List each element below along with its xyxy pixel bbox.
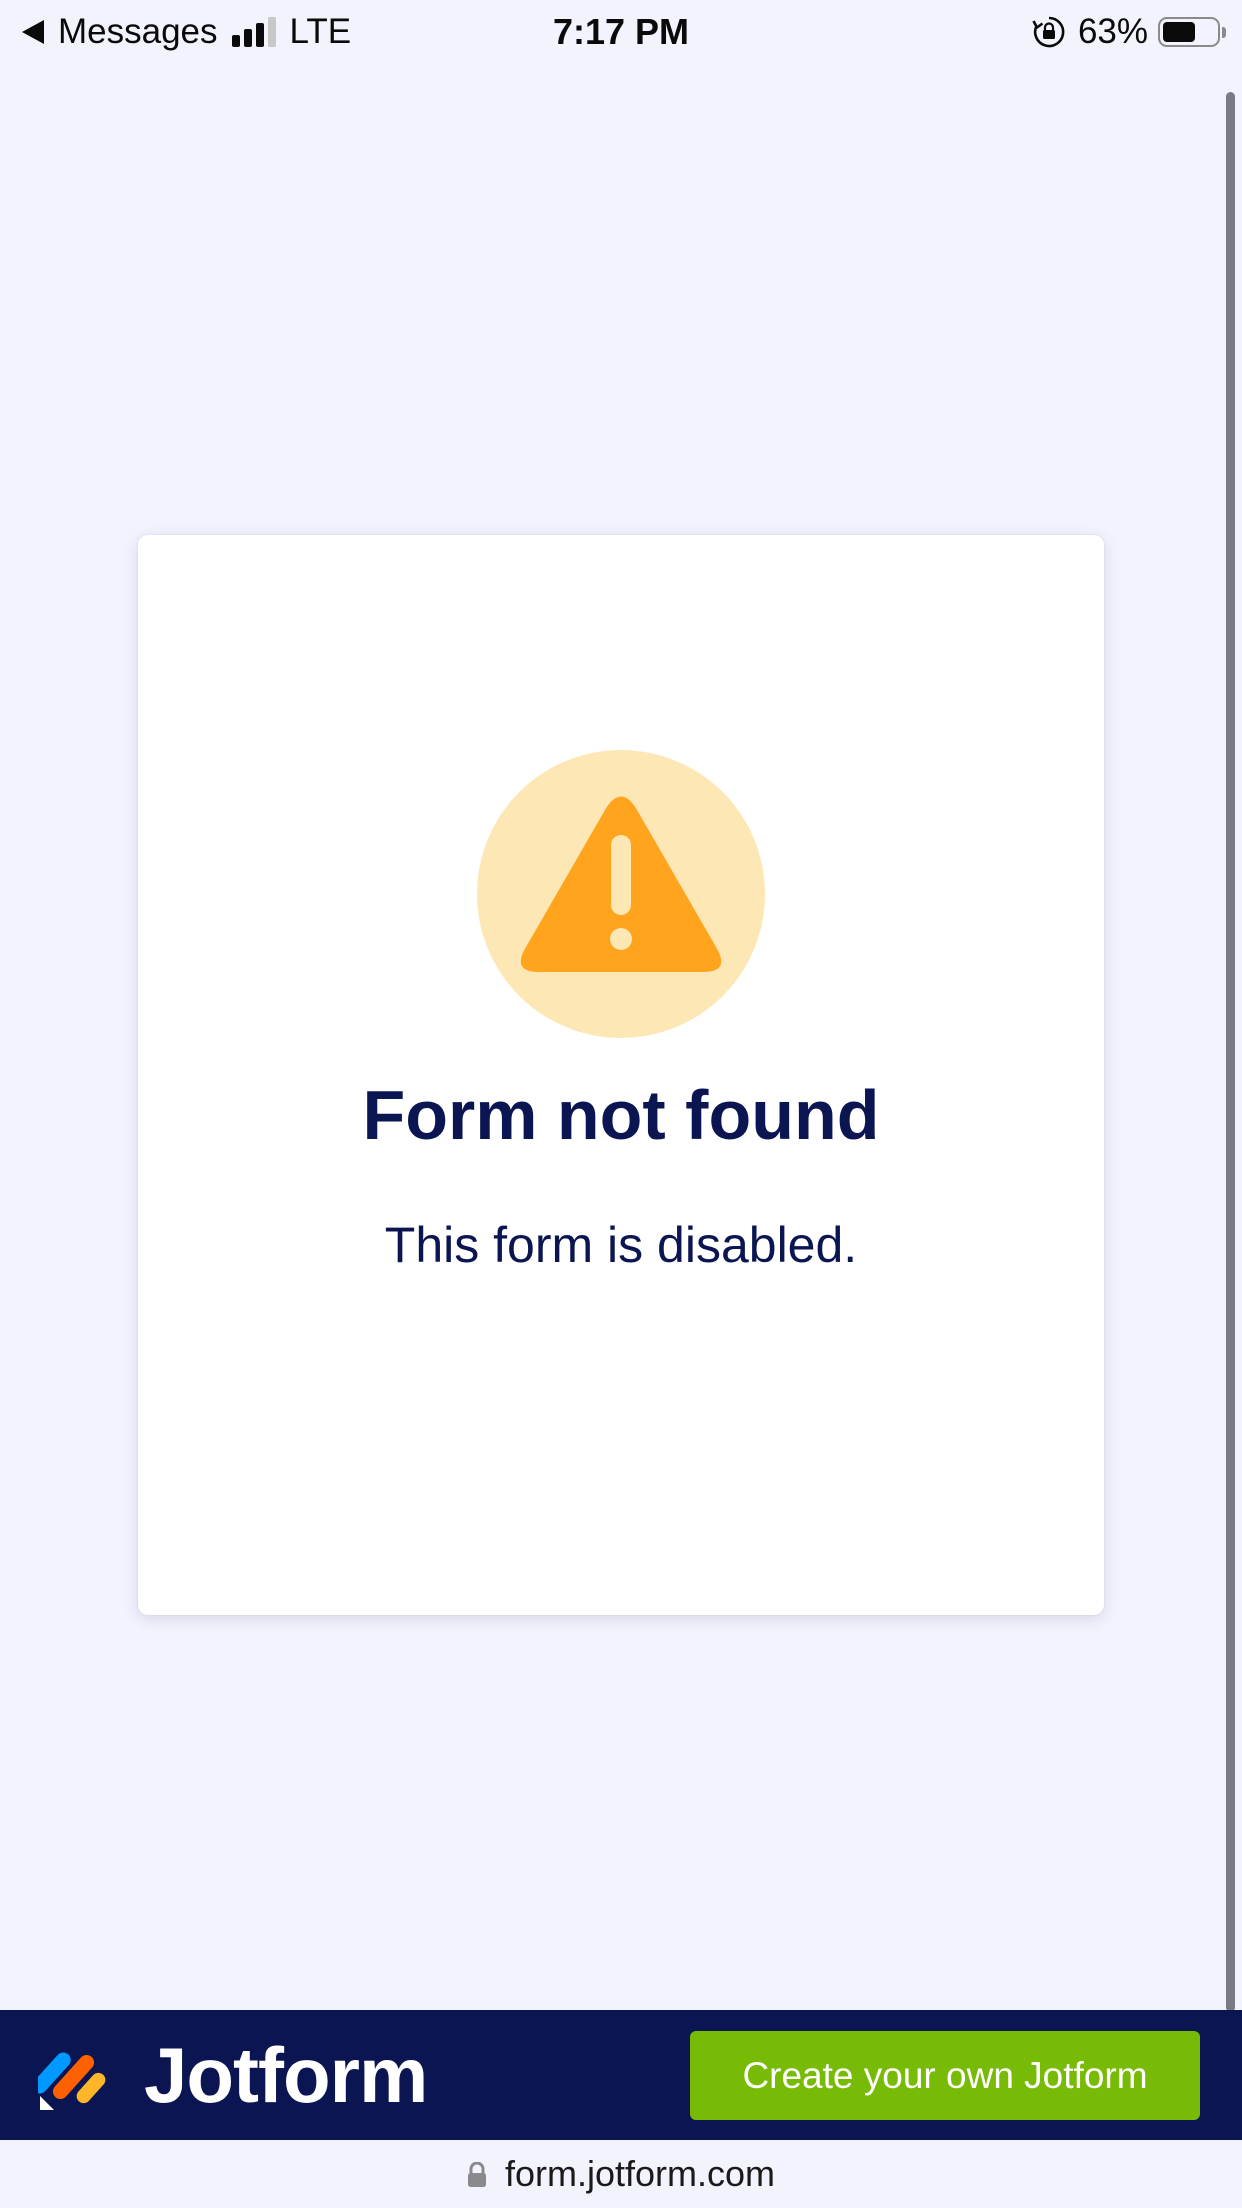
- status-right: 63%: [1032, 10, 1226, 54]
- jotform-logo-icon[interactable]: [38, 2036, 110, 2114]
- url-text[interactable]: form.jotform.com: [505, 2153, 775, 2195]
- battery-icon: [1158, 17, 1220, 47]
- lock-icon: [467, 2162, 486, 2187]
- jotform-footer-banner: Jotform Create your own Jotform: [0, 2010, 1242, 2140]
- browser-url-bar[interactable]: form.jotform.com: [0, 2140, 1242, 2208]
- battery-tip: [1222, 26, 1226, 38]
- warning-icon-circle: [477, 750, 765, 1038]
- form-error-card: Form not found This form is disabled.: [138, 535, 1104, 1615]
- status-bar: Messages LTE 7:17 PM 63%: [0, 0, 1242, 64]
- page-scrollbar[interactable]: [1226, 92, 1235, 2012]
- error-message: This form is disabled.: [384, 1217, 858, 1273]
- create-jotform-button[interactable]: Create your own Jotform: [690, 2031, 1200, 2120]
- rotation-lock-icon: [1032, 16, 1065, 48]
- battery-percent: 63%: [1077, 12, 1148, 51]
- page-title: Form not found: [362, 1076, 880, 1154]
- jotform-wordmark[interactable]: Jotform: [144, 2034, 428, 2116]
- warning-triangle-icon: [520, 796, 722, 972]
